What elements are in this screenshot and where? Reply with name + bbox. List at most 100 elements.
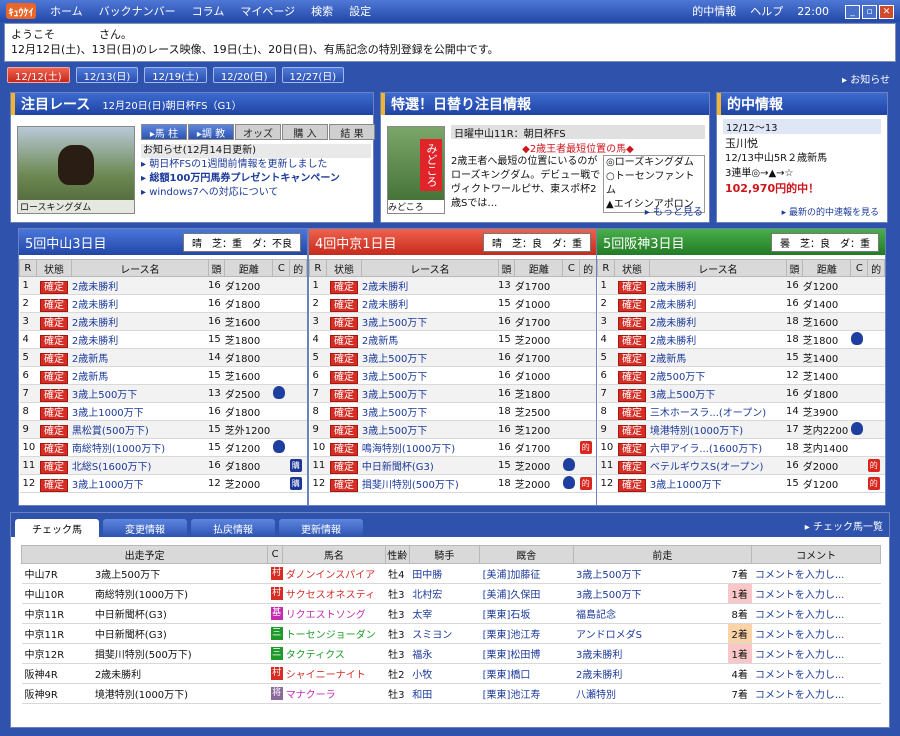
status-badge[interactable]: 確定 [330, 389, 359, 402]
check-horse-row[interactable]: 阪神9R 境港特別(1000万下) 将マナクーラ 牡3 和田 [栗東]池江寿 八瀬特別 7着コ… [21, 683, 881, 704]
date-button[interactable]: 12/19(土) [144, 67, 207, 83]
race-row[interactable]: 10 確定 南総特別(1000万下) 15 ダ1200 [19, 438, 307, 457]
jockey-link[interactable]: スミヨン [409, 623, 480, 644]
race-name-link[interactable]: 2歳未勝利 [91, 663, 268, 684]
race-name-link[interactable]: 2歳未勝利 [71, 330, 209, 349]
race-name-link[interactable]: 3歳上500万下 [361, 420, 499, 439]
hit-mark-icon[interactable]: 的 [579, 441, 592, 454]
race-name-link[interactable]: 2歳新馬 [71, 366, 209, 385]
horse-name-link[interactable]: ダノンインスパイア [282, 563, 386, 584]
race-row[interactable]: 1 確定 2歳未勝利 13 ダ1700 [309, 276, 597, 295]
race-name-link[interactable]: 中日新聞杯(G3) [361, 456, 499, 475]
race-name-link[interactable]: 揖斐川特別(500万下) [91, 643, 268, 664]
race-row[interactable]: 9 確定 3歳上500万下 16 芝1200 [309, 420, 597, 439]
menu-home[interactable]: ホーム [50, 3, 83, 19]
date-button[interactable]: 12/13(日) [75, 67, 139, 83]
date-button[interactable]: 12/27(日) [281, 67, 345, 83]
menu-column[interactable]: コラム [192, 3, 225, 19]
status-badge[interactable]: 確定 [618, 299, 647, 312]
status-badge[interactable]: 確定 [40, 407, 69, 420]
comment-input[interactable]: コメントを入力し... [751, 643, 881, 664]
featured-photo[interactable]: ロースキングダム [17, 126, 135, 214]
race-row[interactable]: 12 確定 3歳上1000万下 15 ダ1200 的 [597, 474, 885, 493]
status-badge[interactable]: 確定 [618, 353, 647, 366]
race-name-link[interactable]: 2歳未勝利 [649, 312, 787, 331]
race-row[interactable]: 4 確定 2歳未勝利 15 芝1800 [19, 330, 307, 349]
check-horse-row[interactable]: 中京11R 中日新聞杯(G3) 三トーセンジョーダン 牡3 スミヨン [栗東]池江寿 アンド… [21, 623, 881, 644]
stable-link[interactable]: [栗東]石坂 [479, 603, 573, 624]
horse-name-link[interactable]: サクセスオネスティ [282, 583, 386, 604]
race-name-link[interactable]: 3歳上500万下 [361, 402, 499, 421]
race-row[interactable]: 3 確定 2歳未勝利 16 芝1600 [19, 312, 307, 331]
previous-race-link[interactable]: 3歳上500万下 [573, 563, 728, 584]
venue-name[interactable]: 5回中山3日目 [25, 233, 183, 252]
check-horse-row[interactable]: 中京11R 中日新聞杯(G3) 基リクエストソング 牡3 太宰 [栗東]石坂 福島記念 8着コ… [21, 603, 881, 624]
menu-settings[interactable]: 設定 [349, 3, 371, 19]
race-name-link[interactable]: 南総特別(1000万下) [71, 438, 209, 457]
status-badge[interactable]: 確定 [330, 353, 359, 366]
mask-icon[interactable] [850, 331, 863, 345]
status-badge[interactable]: 確定 [330, 461, 359, 474]
more-link[interactable]: ▸ もっと見る [645, 203, 703, 218]
mask-icon[interactable] [850, 421, 863, 435]
race-row[interactable]: 8 確定 3歳上1000万下 16 ダ1800 [19, 402, 307, 421]
comment-input[interactable]: コメントを入力し... [751, 563, 881, 584]
race-row[interactable]: 6 確定 2歳新馬 15 芝1600 [19, 366, 307, 385]
news-link[interactable]: ▸ 朝日杯FSの1週間前情報を更新しました [141, 158, 371, 172]
stable-link[interactable]: [栗東]池江寿 [479, 623, 573, 644]
status-badge[interactable]: 確定 [618, 371, 647, 384]
status-badge[interactable]: 確定 [330, 335, 359, 348]
tab-check-horse[interactable]: チェック馬 [15, 519, 99, 537]
previous-race-link[interactable]: 福島記念 [573, 603, 728, 624]
status-badge[interactable]: 確定 [618, 407, 647, 420]
stable-link[interactable]: [栗東]橋口 [479, 663, 573, 684]
restore-icon[interactable]: ▫ [862, 4, 877, 19]
status-badge[interactable]: 確定 [40, 425, 69, 438]
race-name-link[interactable]: 3歳上500万下 [361, 312, 499, 331]
race-name-link[interactable]: 境港特別(1000万下) [91, 683, 268, 704]
race-row[interactable]: 11 確定 北総S(1600万下) 16 ダ1800 購 [19, 456, 307, 475]
status-badge[interactable]: 確定 [618, 425, 647, 438]
status-badge[interactable]: 確定 [618, 479, 647, 492]
date-button[interactable]: 12/12(土) [7, 67, 70, 83]
latest-hit-link[interactable]: ▸ 最新の的中速報を見る [782, 205, 879, 218]
mask-icon[interactable] [562, 475, 575, 489]
venue-name[interactable]: 5回阪神3日目 [603, 233, 771, 252]
jockey-link[interactable]: 福永 [409, 643, 480, 664]
comment-input[interactable]: コメントを入力し... [751, 623, 881, 644]
race-row[interactable]: 3 確定 2歳未勝利 18 芝1600 [597, 312, 885, 331]
check-horse-row[interactable]: 中山10R 南総特別(1000万下) 村サクセスオネスティ 牡3 北村宏 [美浦]久保田 3… [21, 583, 881, 604]
race-name-link[interactable]: 鳴海特別(1000万下) [361, 438, 499, 457]
race-name-link[interactable]: 六甲アイラ...(1600万下) [649, 438, 787, 457]
special-photo[interactable]: みどころ みどころ [387, 126, 445, 214]
race-row[interactable]: 7 確定 3歳上500万下 16 ダ1800 [597, 384, 885, 403]
race-row[interactable]: 11 確定 中日新聞杯(G3) 15 芝2000 [309, 456, 597, 475]
race-name-link[interactable]: 2歳未勝利 [649, 294, 787, 313]
status-badge[interactable]: 確定 [330, 371, 359, 384]
horse-name-link[interactable]: トーセンジョーダン [282, 623, 386, 644]
race-name-link[interactable]: 揖斐川特別(500万下) [361, 474, 499, 493]
race-row[interactable]: 2 確定 2歳未勝利 15 ダ1000 [309, 294, 597, 313]
hit-mark-icon[interactable]: 的 [867, 477, 880, 490]
race-name-link[interactable]: 境港特別(1000万下) [649, 420, 787, 439]
race-name-link[interactable]: 三木ホースラ...(オープン) [649, 402, 787, 421]
horse-name-link[interactable]: マナクーラ [282, 683, 386, 704]
race-row[interactable]: 7 確定 3歳上500万下 13 ダ2500 [19, 384, 307, 403]
race-row[interactable]: 9 確定 境港特別(1000万下) 17 芝内2200 [597, 420, 885, 439]
tab-changes[interactable]: 変更情報 [103, 519, 187, 537]
jockey-link[interactable]: 太宰 [409, 603, 480, 624]
race-row[interactable]: 5 確定 2歳新馬 15 芝1400 [597, 348, 885, 367]
hit-mark-icon[interactable]: 的 [867, 459, 880, 472]
race-name-link[interactable]: 3歳上1000万下 [71, 402, 209, 421]
check-mark-icon[interactable]: 購 [289, 477, 302, 490]
status-badge[interactable]: 確定 [618, 389, 647, 402]
race-row[interactable]: 5 確定 3歳上500万下 16 ダ1700 [309, 348, 597, 367]
race-name-link[interactable]: 2歳500万下 [649, 366, 787, 385]
previous-race-link[interactable]: 3歳未勝利 [573, 643, 728, 664]
race-row[interactable]: 8 確定 三木ホースラ...(オープン) 14 芝3900 [597, 402, 885, 421]
race-row[interactable]: 10 確定 鳴海特別(1000万下) 16 ダ1700 的 [309, 438, 597, 457]
hit-mark-icon[interactable]: 的 [579, 477, 592, 490]
race-name-link[interactable]: 2歳未勝利 [649, 276, 787, 295]
status-badge[interactable]: 確定 [618, 461, 647, 474]
previous-race-link[interactable]: 3歳上500万下 [573, 583, 728, 604]
